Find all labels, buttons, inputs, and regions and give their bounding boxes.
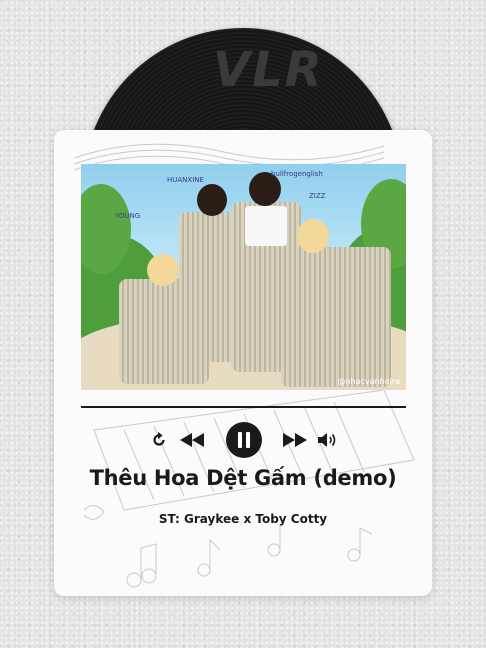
repeat-icon	[153, 431, 165, 446]
album-art-tag: YOUNG	[115, 212, 141, 220]
album-art-watermark: @nhacvanhoira	[337, 377, 400, 386]
song-title: Thêu Hoa Dệt Gấm (demo)	[89, 466, 397, 490]
volume-icon	[318, 433, 336, 447]
album-art: HUANXINE bullfrogenglish YOUNG ZIZZ @nha…	[81, 164, 406, 390]
pause-button[interactable]	[225, 420, 263, 460]
music-player-card: HUANXINE bullfrogenglish YOUNG ZIZZ @nha…	[54, 130, 432, 596]
album-art-tag: bullfrogenglish	[271, 170, 323, 178]
album-art-tag: HUANXINE	[167, 176, 204, 184]
playback-controls	[54, 420, 432, 460]
rewind-button[interactable]	[178, 420, 206, 460]
person-figure	[271, 219, 391, 389]
fast-forward-icon	[283, 433, 307, 447]
volume-button[interactable]	[315, 420, 339, 460]
vinyl-logo: VLR	[213, 42, 324, 98]
playback-progress-bar[interactable]	[81, 406, 406, 408]
repeat-button[interactable]	[147, 420, 171, 460]
song-artists: ST: Graykee x Toby Cotty	[158, 512, 328, 526]
pause-icon	[226, 422, 262, 458]
fast-forward-button[interactable]	[281, 420, 309, 460]
album-art-tag: ZIZZ	[309, 192, 326, 200]
rewind-icon	[180, 433, 204, 447]
